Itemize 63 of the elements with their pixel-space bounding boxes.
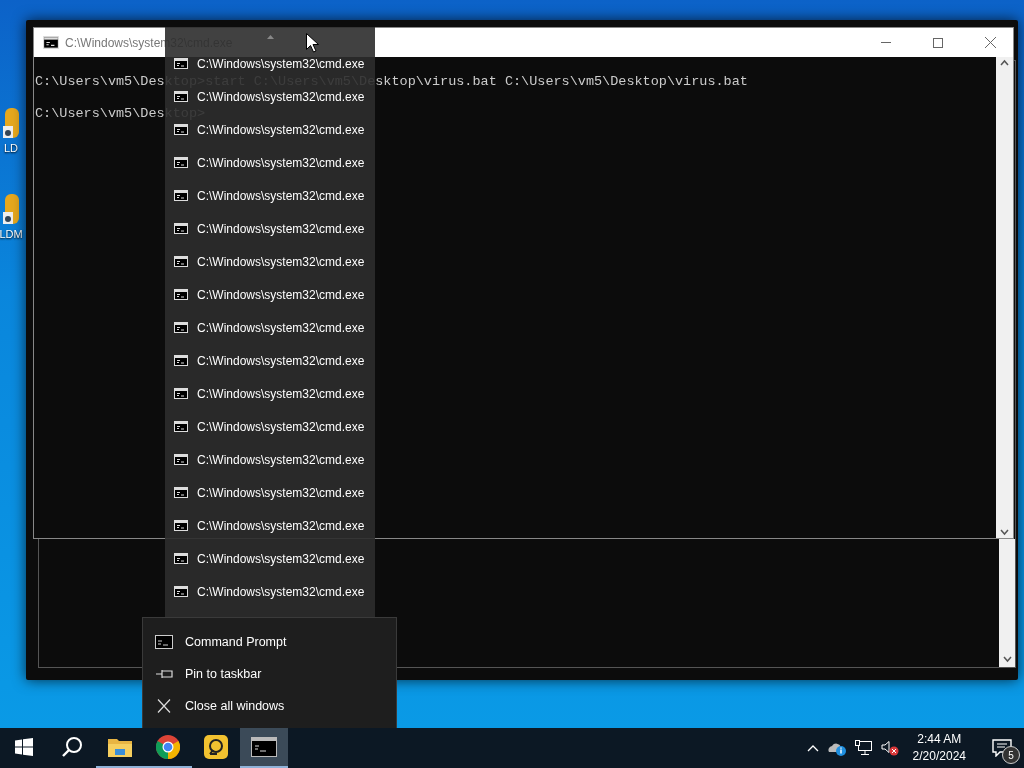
console-icon: [174, 223, 188, 234]
console-icon: [174, 355, 188, 366]
console-icon: [174, 124, 188, 135]
minimize-icon: [881, 41, 891, 44]
window-list-item[interactable]: C:\Windows\system32\cmd.exe: [165, 245, 375, 278]
muted-speaker-icon[interactable]: [880, 740, 899, 756]
console-icon: [174, 58, 188, 69]
console-icon: [174, 454, 188, 465]
window-list-item[interactable]: C:\Windows\system32\cmd.exe: [165, 146, 375, 179]
window-list-item[interactable]: C:\Windows\system32\cmd.exe: [165, 278, 375, 311]
console-icon: [174, 487, 188, 498]
notification-icon: [992, 739, 1012, 757]
console-icon: [43, 36, 59, 49]
window-list-item[interactable]: C:\Windows\system32\cmd.exe: [165, 212, 375, 245]
console-icon: [174, 421, 188, 432]
console-icon: [174, 91, 188, 102]
window-list-item[interactable]: C:\Windows\system32\cmd.exe: [165, 113, 375, 146]
console-icon: [174, 553, 188, 564]
console-icon: [174, 190, 188, 201]
console-icon: [174, 256, 188, 267]
folder-icon: [108, 737, 132, 757]
scroll-up-icon[interactable]: [266, 35, 274, 39]
console-icon: [174, 586, 188, 597]
scrollbar[interactable]: [996, 57, 1013, 538]
remote-app-icon: [204, 735, 228, 759]
menu-item[interactable]: Close all windows: [143, 690, 396, 722]
pin-icon: [155, 667, 173, 681]
console-icon: [174, 289, 188, 300]
window-list-item[interactable]: C:\Windows\system32\cmd.exe: [165, 410, 375, 443]
close-icon: [155, 699, 173, 713]
window-list-item[interactable]: C:\Windows\system32\cmd.exe: [165, 311, 375, 344]
window-list-item[interactable]: C:\Windows\system32\cmd.exe: [165, 575, 375, 608]
taskbar-app-button[interactable]: [240, 728, 288, 768]
console-icon: [155, 635, 173, 649]
close-icon: [984, 37, 996, 48]
desktop-icon-label: LDM: [0, 228, 23, 240]
window-list-item[interactable]: C:\Windows\system32\cmd.exe: [165, 80, 375, 113]
maximize-icon: [933, 37, 943, 48]
desktop-icon-label: LD: [3, 142, 19, 154]
window-list-item[interactable]: C:\Windows\system32\cmd.exe: [165, 509, 375, 542]
caret-up-icon[interactable]: [806, 744, 819, 752]
console-icon: [174, 322, 188, 333]
window-list-item[interactable]: C:\Windows\system32\cmd.exe: [165, 443, 375, 476]
mouse-pointer-icon: [306, 33, 319, 53]
scrollbar[interactable]: [999, 539, 1015, 667]
console-icon: [251, 737, 277, 757]
console-icon: [174, 157, 188, 168]
window-list-item[interactable]: C:\Windows\system32\cmd.exe: [165, 542, 375, 575]
menu-item[interactable]: Command Prompt: [143, 626, 396, 658]
network-icon[interactable]: [854, 740, 873, 756]
console-icon: [174, 388, 188, 399]
window-list-item[interactable]: C:\Windows\system32\cmd.exe: [165, 476, 375, 509]
window-list-item[interactable]: C:\Windows\system32\cmd.exe: [165, 377, 375, 410]
notifications-button[interactable]: 5: [980, 728, 1024, 768]
window-list-item[interactable]: C:\Windows\system32\cmd.exe: [165, 179, 375, 212]
window-list-item[interactable]: C:\Windows\system32\cmd.exe: [165, 344, 375, 377]
search-icon: [61, 736, 83, 758]
menu-item[interactable]: Pin to taskbar: [143, 658, 396, 690]
windows-icon: [15, 738, 33, 756]
console-icon: [174, 520, 188, 531]
window-list-item[interactable]: C:\Windows\system32\cmd.exe: [165, 47, 375, 80]
clock[interactable]: 2:44 AM 2/20/2024: [906, 731, 972, 765]
browser-icon: [156, 735, 180, 759]
